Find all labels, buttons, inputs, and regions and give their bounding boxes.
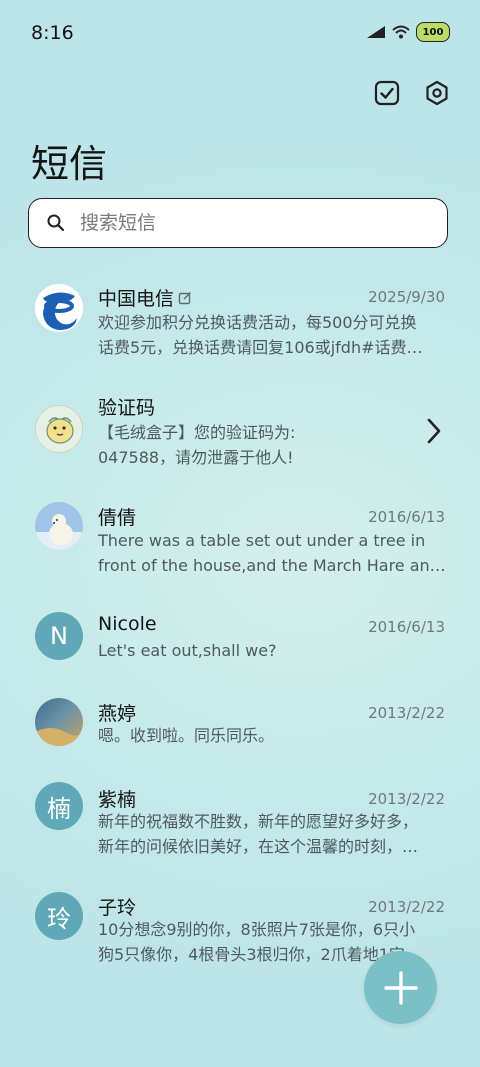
- wifi-icon: [392, 25, 410, 39]
- message-preview: 欢迎参加积分兑换话费活动，每500分可兑换 话费5元，兑换话费请回复106或jf…: [98, 310, 446, 360]
- plus-icon: [383, 970, 418, 1005]
- status-time: 8:16: [31, 22, 74, 44]
- sender-name-wrap: 子玲: [98, 893, 136, 920]
- message-date: 2013/2/22: [368, 898, 445, 916]
- search-input[interactable]: [78, 211, 422, 235]
- sender-name: 紫楠: [98, 789, 137, 811]
- preview-line: 047588，请勿泄露于他人!: [98, 448, 294, 467]
- preview-line: 话费5元，兑换话费请回复106或jfdh#话费…: [98, 338, 423, 357]
- preview-line: 【毛绒盒子】您的验证码为:: [98, 423, 296, 442]
- message-item-nicole[interactable]: N Nicole 2016/6/13 Let's eat out,shall w…: [0, 610, 480, 674]
- message-preview: 【毛绒盒子】您的验证码为: 047588，请勿泄露于他人!: [98, 420, 418, 470]
- sender-name: 子玲: [98, 897, 137, 919]
- china-telecom-logo-icon: [35, 284, 83, 332]
- status-bar: 8:16 100: [0, 0, 480, 64]
- message-preview: There was a table set out under a tree i…: [98, 528, 446, 578]
- top-actions: [372, 78, 452, 108]
- sender-name-wrap: 紫楠: [98, 785, 136, 812]
- message-item-zinan[interactable]: 楠 紫楠 2013/2/22 新年的祝福数不胜数，新年的愿望好多好多， 新年的问…: [0, 782, 480, 872]
- preview-line: There was a table set out under a tree i…: [98, 531, 426, 550]
- select-button[interactable]: [372, 78, 402, 108]
- sender-name: 中国电信: [98, 288, 175, 310]
- preview-line: 新年的祝福数不胜数，新年的愿望好多好多，: [98, 812, 419, 831]
- search-icon: [47, 214, 65, 232]
- verified-icon: [178, 291, 192, 304]
- message-date: 2016/6/13: [368, 618, 445, 636]
- search-bar[interactable]: [28, 198, 448, 248]
- message-preview: 新年的祝福数不胜数，新年的愿望好多好多， 新年的问候依旧美好，在这个温馨的时刻，…: [98, 809, 446, 859]
- sender-name: 倩倩: [98, 507, 137, 529]
- battery-level: 100: [422, 26, 444, 38]
- message-date: 2013/2/22: [368, 704, 445, 722]
- avatar: [35, 405, 83, 453]
- message-date: 2016/6/13: [368, 508, 445, 526]
- message-item-verification-codes[interactable]: 验证码 【毛绒盒子】您的验证码为: 047588，请勿泄露于他人!: [0, 392, 480, 472]
- sender-name-wrap: 验证码: [98, 393, 155, 420]
- settings-button[interactable]: [422, 78, 452, 108]
- status-icons: 100: [366, 22, 450, 42]
- avatar: [35, 502, 83, 550]
- sender-name: 验证码: [98, 397, 156, 419]
- page-title: 短信: [31, 142, 108, 186]
- avatar: 玲: [35, 892, 83, 940]
- preview-line: front of the house,and the March Hare an…: [98, 556, 446, 575]
- avatar: [35, 284, 83, 332]
- avatar: N: [35, 612, 83, 660]
- sender-name-wrap: Nicole: [98, 613, 157, 635]
- message-item-yanting[interactable]: 燕婷 2013/2/22 嗯。收到啦。同乐同乐。: [0, 696, 480, 760]
- message-date: 2025/9/30: [368, 288, 445, 306]
- sender-name-wrap: 燕婷: [98, 699, 136, 726]
- preview-line: 10分想念9别的你，8张照片7张是你，6只小: [98, 920, 416, 939]
- settings-icon: [426, 80, 448, 106]
- message-item-china-telecom[interactable]: 中国电信 2025/9/30 欢迎参加积分兑换话费活动，每500分可兑换 话费5…: [0, 280, 480, 372]
- polar-bear-photo-icon: [35, 502, 83, 550]
- sender-name-wrap: 倩倩: [98, 503, 136, 530]
- chevron-right-icon: [427, 418, 441, 444]
- preview-line: 嗯。收到啦。同乐同乐。: [98, 726, 275, 745]
- compose-button[interactable]: [364, 951, 437, 1024]
- sender-name: 燕婷: [98, 703, 137, 725]
- message-date: 2013/2/22: [368, 790, 445, 808]
- sender-name: Nicole: [98, 613, 157, 635]
- signal-icon: [367, 26, 385, 38]
- message-item-qianqian[interactable]: 倩倩 2016/6/13 There was a table set out u…: [0, 500, 480, 590]
- sender-name-wrap: 中国电信: [98, 284, 192, 311]
- preview-line: 欢迎参加积分兑换话费活动，每500分可兑换: [98, 313, 417, 332]
- checkbox-icon: [374, 80, 400, 106]
- avatar: [35, 698, 83, 746]
- message-preview: Let's eat out,shall we?: [98, 638, 446, 663]
- preview-line: 新年的问候依旧美好，在这个温馨的时刻，…: [98, 837, 419, 856]
- landscape-photo-icon: [35, 698, 83, 746]
- preview-line: Let's eat out,shall we?: [98, 641, 277, 660]
- message-preview: 嗯。收到啦。同乐同乐。: [98, 723, 446, 748]
- battery-icon: 100: [416, 22, 450, 42]
- avatar: 楠: [35, 782, 83, 830]
- plush-toy-avatar-icon: [36, 406, 82, 452]
